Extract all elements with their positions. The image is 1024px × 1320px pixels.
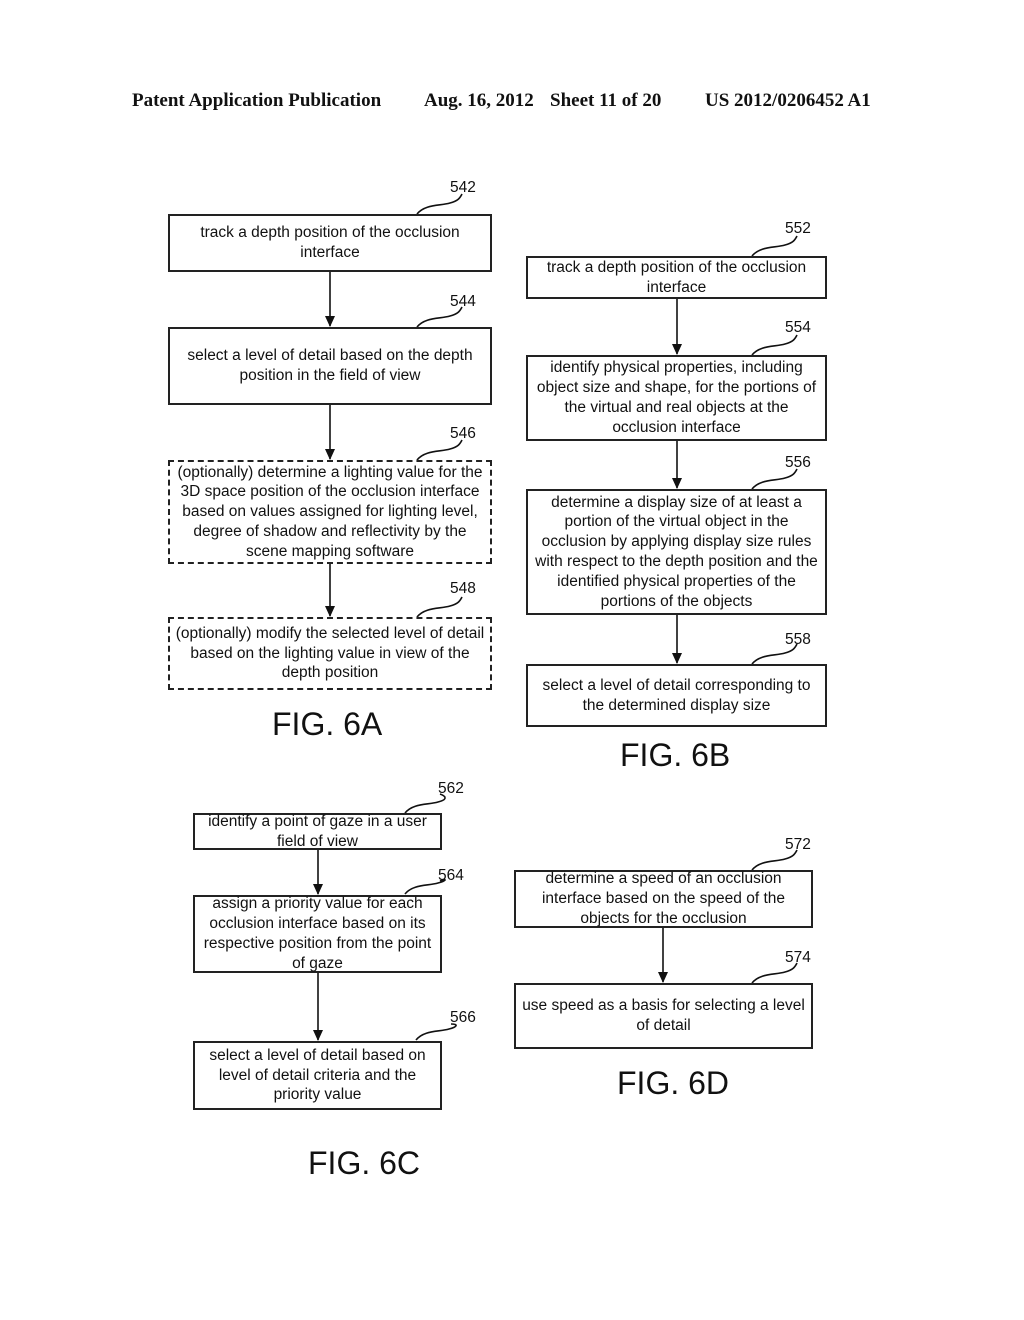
step-558-box: select a level of detail corresponding t… <box>526 664 827 727</box>
leader-552 <box>751 235 798 257</box>
step-574-text: use speed as a basis for selecting a lev… <box>522 997 805 1034</box>
step-562-box: identify a point of gaze in a user field… <box>193 813 442 850</box>
step-558-text: select a level of detail corresponding t… <box>542 676 811 714</box>
step-564-box: assign a priority value for each occlusi… <box>193 895 442 973</box>
ref-574: 574 <box>785 949 811 966</box>
step-566-box: select a level of detail based on level … <box>193 1041 442 1110</box>
arrowhead-562-564 <box>313 884 323 895</box>
ref-556: 556 <box>785 454 811 471</box>
step-542-text: track a depth position of the occlusion … <box>200 224 460 261</box>
ref-564: 564 <box>438 867 464 884</box>
step-546-text: (optionally) determine a lighting value … <box>177 463 483 560</box>
arrowhead-572-574 <box>658 972 668 983</box>
step-548-optional-box: (optionally) modify the selected level o… <box>168 617 492 690</box>
ref-546: 546 <box>450 425 476 442</box>
leader-556 <box>751 468 798 490</box>
ref-566: 566 <box>450 1009 476 1026</box>
step-566-text: select a level of detail based on level … <box>209 1046 426 1104</box>
step-564-text: assign a priority value for each occlusi… <box>203 895 432 972</box>
figure-label-6a: FIG. 6A <box>272 706 383 742</box>
step-554-text: identify physical properties, including … <box>536 359 817 436</box>
step-544-text: select a level of detail based on the de… <box>187 347 473 384</box>
step-572-box: determine a speed of an occlusion interf… <box>514 870 813 928</box>
step-562-text: identify a point of gaze in a user field… <box>208 812 427 850</box>
arrowhead-564-566 <box>313 1030 323 1041</box>
figure-label-6d: FIG. 6D <box>617 1065 730 1101</box>
ref-544: 544 <box>450 293 476 310</box>
ref-572: 572 <box>785 836 811 853</box>
ref-562: 562 <box>438 780 464 797</box>
ref-552: 552 <box>785 220 811 237</box>
ref-542: 542 <box>450 179 476 196</box>
step-552-text: track a depth position of the occlusion … <box>546 258 807 296</box>
arrowhead-556-558 <box>672 653 682 664</box>
step-574-box: use speed as a basis for selecting a lev… <box>514 983 813 1049</box>
step-552-box: track a depth position of the occlusion … <box>526 256 827 299</box>
ref-558: 558 <box>785 631 811 648</box>
arrowhead-554-556 <box>672 478 682 489</box>
connector-layer <box>313 193 798 1041</box>
arrowhead-546-548 <box>325 606 335 617</box>
leader-554 <box>751 334 798 356</box>
step-554-box: identify physical properties, including … <box>526 355 827 441</box>
figure-label-6c: FIG. 6C <box>308 1145 421 1181</box>
step-548-text: (optionally) modify the selected level o… <box>175 624 485 682</box>
step-544-box: select a level of detail based on the de… <box>168 327 492 405</box>
leader-546 <box>416 439 463 461</box>
arrowhead-544-546 <box>325 449 335 460</box>
arrowhead-542-544 <box>325 316 335 327</box>
step-556-text: determine a display size of at least a p… <box>535 493 818 610</box>
ref-548: 548 <box>450 580 476 597</box>
step-542-box: track a depth position of the occlusion … <box>168 214 492 272</box>
leader-542 <box>416 193 463 215</box>
figure-label-6b: FIG. 6B <box>620 737 731 773</box>
leader-548 <box>416 596 463 618</box>
ref-554: 554 <box>785 319 811 336</box>
step-546-optional-box: (optionally) determine a lighting value … <box>168 460 492 564</box>
step-556-box: determine a display size of at least a p… <box>526 489 827 615</box>
step-572-text: determine a speed of an occlusion interf… <box>541 870 785 927</box>
arrowhead-552-554 <box>672 344 682 355</box>
